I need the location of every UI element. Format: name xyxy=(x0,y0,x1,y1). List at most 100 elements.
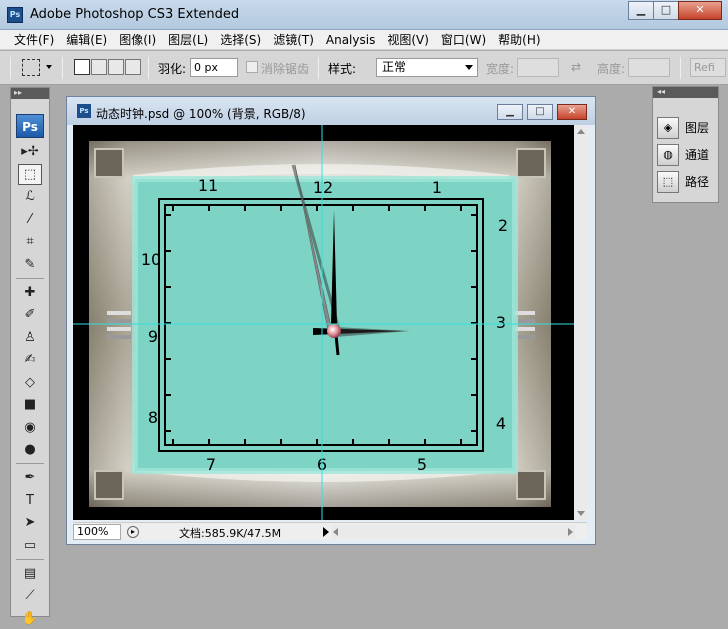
type-tool-icon[interactable]: T xyxy=(18,490,42,511)
panel-item-paths[interactable]: ⬚ 路径 xyxy=(657,169,715,194)
document-close-button[interactable]: ✕ xyxy=(557,104,587,120)
document-minimize-button[interactable]: ▁ xyxy=(497,104,523,120)
horizontal-scrollbar[interactable] xyxy=(331,525,575,539)
menu-select[interactable]: 选择(S) xyxy=(214,30,267,50)
toolbox: ▸▸ Ps ▸✢ ⬚ ℒ ⁄ ⌗ ✎ ✚ ✐ ♙ ✍ ◇ ■ ◉ ● ✒ T ➤ ▭ ▤ ⟋ ✋ xyxy=(10,87,50,626)
scroll-up-icon[interactable] xyxy=(577,129,585,134)
healing-brush-tool-icon[interactable]: ✚ xyxy=(18,282,42,303)
slice-tool-icon[interactable]: ✎ xyxy=(18,254,42,275)
scroll-right-icon[interactable] xyxy=(568,528,573,536)
channels-icon: ◍ xyxy=(657,143,679,166)
panel-item-label: 通道 xyxy=(685,148,710,162)
chevron-down-icon[interactable] xyxy=(46,65,52,69)
canvas[interactable]: 12 1 2 3 4 5 6 7 8 9 10 11 xyxy=(73,125,574,520)
center-pin xyxy=(327,324,341,338)
crop-tool-icon[interactable]: ⌗ xyxy=(18,231,42,252)
options-bar: 羽化: 0 px 消除锯齿 样式: 正常 宽度: ⇄ 高度: Refi xyxy=(0,51,728,85)
rect-marquee-tool-icon[interactable]: ⬚ xyxy=(18,163,42,185)
scroll-down-icon[interactable] xyxy=(577,511,585,516)
blur-tool-icon[interactable]: ◉ xyxy=(18,417,42,438)
hand-tool-icon[interactable]: ✋ xyxy=(18,608,42,629)
lasso-tool-icon[interactable]: ℒ xyxy=(18,186,42,207)
chevron-down-icon xyxy=(465,65,473,70)
menu-window[interactable]: 窗口(W) xyxy=(435,30,492,50)
menu-help[interactable]: 帮助(H) xyxy=(492,30,546,50)
feather-label: 羽化: xyxy=(158,62,187,76)
height-label: 高度: xyxy=(597,62,626,76)
tool-preset-picker-icon[interactable] xyxy=(22,59,40,76)
style-select[interactable]: 正常 xyxy=(376,58,478,77)
menu-analysis[interactable]: Analysis xyxy=(320,30,381,50)
clock-number: 8 xyxy=(148,408,158,427)
photoshop-logo[interactable]: Ps xyxy=(16,114,44,138)
clock-number: 3 xyxy=(496,313,506,332)
antialias-checkbox[interactable] xyxy=(246,61,258,73)
width-input[interactable] xyxy=(517,58,559,77)
clock-number: 10 xyxy=(141,250,161,269)
divider xyxy=(680,57,681,79)
ornament-top-right xyxy=(516,148,546,178)
new-selection-button[interactable] xyxy=(74,59,90,75)
panel-item-label: 图层 xyxy=(685,121,710,135)
panel-dock-header[interactable]: ◂◂ xyxy=(653,87,718,98)
height-input[interactable] xyxy=(628,58,670,77)
refine-edge-button[interactable]: Refi xyxy=(690,58,726,77)
menu-layer[interactable]: 图层(L) xyxy=(162,30,214,50)
status-menu-arrow-icon[interactable] xyxy=(323,527,329,537)
style-label: 样式: xyxy=(328,62,357,76)
shape-tool-icon[interactable]: ▭ xyxy=(18,535,42,556)
menu-file[interactable]: 文件(F) xyxy=(8,30,60,50)
clock-number: 7 xyxy=(206,455,216,474)
paths-icon: ⬚ xyxy=(657,170,679,193)
pen-tool-icon[interactable]: ✒ xyxy=(18,467,42,488)
add-to-selection-button[interactable] xyxy=(91,59,107,75)
clone-stamp-tool-icon[interactable]: ♙ xyxy=(18,327,42,348)
swap-icon: ⇄ xyxy=(571,60,582,74)
panel-dock: ◂◂ ◈ 图层 ◍ 通道 ⬚ 路径 xyxy=(652,86,719,203)
document-size: 文档:585.9K/47.5M xyxy=(179,527,282,540)
divider xyxy=(148,57,149,79)
gradient-tool-icon[interactable]: ■ xyxy=(18,394,42,415)
maximize-button[interactable]: □ xyxy=(653,1,679,20)
menu-image[interactable]: 图像(I) xyxy=(113,30,162,50)
menu-view[interactable]: 视图(V) xyxy=(381,30,435,50)
eyedropper-tool-icon[interactable]: ⟋ xyxy=(18,585,42,606)
antialias-label: 消除锯齿 xyxy=(261,62,310,76)
brush-tool-icon[interactable]: ✐ xyxy=(18,304,42,325)
clock-artwork: 12 1234567891011 xyxy=(73,125,574,520)
intersect-selection-button[interactable] xyxy=(125,59,141,75)
minimize-button[interactable]: ▁ xyxy=(628,1,654,20)
notes-tool-icon[interactable]: ▤ xyxy=(18,563,42,584)
clock-number: 9 xyxy=(148,327,158,346)
history-brush-tool-icon[interactable]: ✍ xyxy=(18,349,42,370)
eraser-tool-icon[interactable]: ◇ xyxy=(18,372,42,393)
document-maximize-button[interactable]: □ xyxy=(527,104,553,120)
status-info-icon[interactable]: ▸ xyxy=(127,526,139,538)
close-button[interactable]: ✕ xyxy=(678,1,722,20)
clock-number: 5 xyxy=(417,455,427,474)
style-select-value: 正常 xyxy=(382,60,407,74)
subtract-from-selection-button[interactable] xyxy=(108,59,124,75)
panel-item-layers[interactable]: ◈ 图层 xyxy=(657,115,715,140)
scroll-left-icon[interactable] xyxy=(333,528,338,536)
feather-input[interactable]: 0 px xyxy=(190,58,238,77)
toolbox-header[interactable]: ▸▸ xyxy=(11,88,49,99)
clock-number: 11 xyxy=(198,176,218,195)
magic-wand-tool-icon[interactable]: ⁄ xyxy=(18,209,42,230)
panel-item-channels[interactable]: ◍ 通道 xyxy=(657,142,715,167)
app-title: Adobe Photoshop CS3 Extended xyxy=(30,7,240,22)
clock-number: 4 xyxy=(496,414,506,433)
move-tool-icon[interactable]: ▸✢ xyxy=(18,141,42,162)
document-titlebar[interactable]: Ps 动态时钟.psd @ 100% (背景, RGB/8) ▁ □ ✕ xyxy=(67,97,595,125)
clock-face xyxy=(135,179,515,471)
window-controls: ▁ □ ✕ xyxy=(628,1,722,20)
vertical-scrollbar[interactable] xyxy=(574,125,587,520)
menu-edit[interactable]: 编辑(E) xyxy=(60,30,113,50)
path-selection-tool-icon[interactable]: ➤ xyxy=(18,512,42,533)
zoom-input[interactable]: 100% xyxy=(73,524,121,540)
menu-filter[interactable]: 滤镜(T) xyxy=(267,30,320,50)
clock-number: 2 xyxy=(498,216,508,235)
menubar: 文件(F) 编辑(E) 图像(I) 图层(L) 选择(S) 滤镜(T) Anal… xyxy=(0,30,728,50)
dodge-tool-icon[interactable]: ● xyxy=(18,439,42,460)
tools-list: ▸✢ ⬚ ℒ ⁄ ⌗ ✎ ✚ ✐ ♙ ✍ ◇ ■ ◉ ● ✒ T ➤ ▭ ▤ ⟋ ✋ xyxy=(11,141,49,629)
